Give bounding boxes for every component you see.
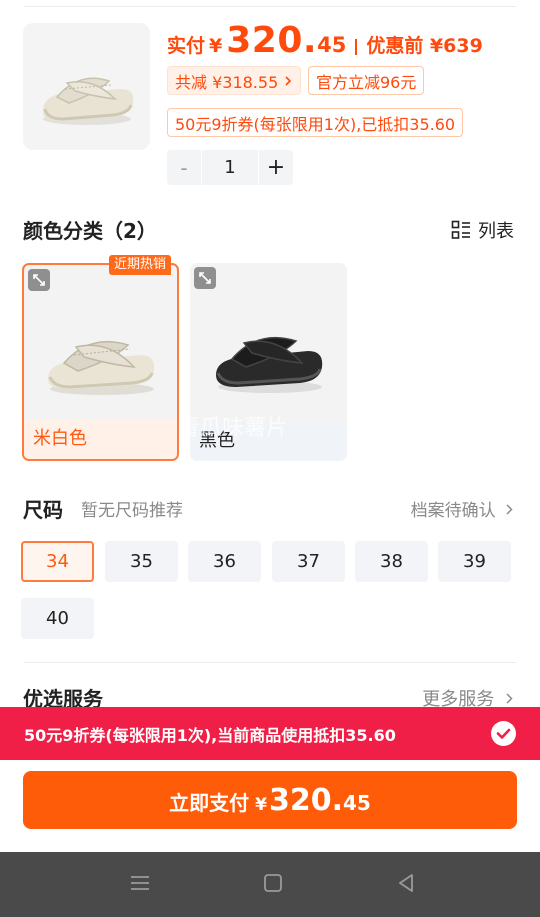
black-sandal-image bbox=[216, 336, 323, 393]
price-integer: 320. bbox=[226, 20, 318, 61]
color-option-cream[interactable]: 米白色 bbox=[22, 263, 179, 461]
price-line: 实付 ¥ 320. 45 优惠前 ¥639 bbox=[167, 20, 483, 66]
size-profile-label: 档案待确认 bbox=[410, 501, 496, 521]
pay-price-decimal: 45 bbox=[343, 791, 371, 815]
size-option-36[interactable]: 36 bbox=[188, 541, 261, 582]
menu-icon[interactable] bbox=[129, 872, 151, 894]
chevron-right-icon bbox=[506, 504, 513, 515]
quantity-value[interactable]: 1 bbox=[201, 150, 259, 185]
size-option-39[interactable]: 39 bbox=[438, 541, 511, 582]
list-view-label: 列表 bbox=[478, 221, 514, 242]
decrease-button[interactable]: - bbox=[167, 156, 201, 180]
size-recommendation-text: 暂无尺码推荐 bbox=[81, 501, 183, 521]
hot-sale-badge: 近期热销 bbox=[109, 255, 172, 275]
size-option-35[interactable]: 35 bbox=[105, 541, 178, 582]
official-discount-tag: 官方立减96元 bbox=[308, 66, 425, 95]
watermark: 青瓜味薯片 bbox=[178, 416, 289, 441]
official-discount-label: 官方立减96元 bbox=[316, 72, 417, 92]
size-option-38[interactable]: 38 bbox=[355, 541, 428, 582]
coupon-bar-text: 50元9折券(每张限用1次),当前商品使用抵扣35.60 bbox=[24, 725, 396, 745]
product-thumbnail[interactable] bbox=[23, 23, 150, 150]
cream-sandal-image bbox=[48, 340, 155, 395]
chevron-right-icon bbox=[506, 693, 513, 704]
system-navigation-bar bbox=[0, 852, 540, 917]
color-option-label: 米白色 bbox=[24, 419, 177, 459]
pay-now-button[interactable]: 立即支付 ¥ 320. 45 bbox=[23, 771, 517, 829]
coupon-tag: 50元9折券(每张限用1次),已抵扣35.60 bbox=[167, 108, 464, 137]
section-divider bbox=[24, 662, 516, 663]
list-view-icon bbox=[451, 220, 470, 239]
chevron-right-icon bbox=[285, 75, 292, 86]
back-icon[interactable] bbox=[395, 872, 417, 894]
original-price: 优惠前 ¥639 bbox=[366, 35, 483, 57]
pay-currency: ¥ bbox=[255, 795, 267, 815]
total-discount-label: 共减 ¥318.55 bbox=[175, 72, 279, 92]
price-currency: ¥ bbox=[209, 35, 223, 57]
color-section-title: 颜色分类（2） bbox=[23, 219, 157, 243]
coupon-bar[interactable]: 50元9折券(每张限用1次),当前商品使用抵扣35.60 bbox=[0, 707, 540, 760]
pay-now-label: 立即支付 bbox=[169, 791, 250, 815]
check-circle-icon[interactable] bbox=[491, 721, 516, 746]
size-option-34[interactable]: 34 bbox=[21, 541, 94, 582]
size-option-37[interactable]: 37 bbox=[272, 541, 345, 582]
increase-button[interactable]: + bbox=[259, 155, 293, 180]
size-profile-link[interactable]: 档案待确认 bbox=[411, 496, 514, 521]
top-divider bbox=[24, 6, 516, 7]
quantity-stepper: - 1 + bbox=[167, 150, 293, 185]
price-separator bbox=[355, 39, 358, 55]
size-section-title: 尺码 bbox=[23, 498, 63, 522]
paid-label: 实付 bbox=[167, 35, 206, 57]
total-discount-tag[interactable]: 共减 ¥318.55 bbox=[167, 66, 302, 95]
cream-sandal-image bbox=[43, 77, 134, 125]
price-decimal: 45 bbox=[317, 33, 347, 57]
home-icon[interactable] bbox=[262, 872, 284, 894]
pay-price-integer: 320. bbox=[268, 783, 344, 818]
coupon-tag-label: 50元9折券(每张限用1次),已抵扣35.60 bbox=[175, 114, 456, 134]
list-view-toggle[interactable]: 列表 bbox=[451, 217, 514, 243]
size-option-40[interactable]: 40 bbox=[21, 598, 94, 639]
